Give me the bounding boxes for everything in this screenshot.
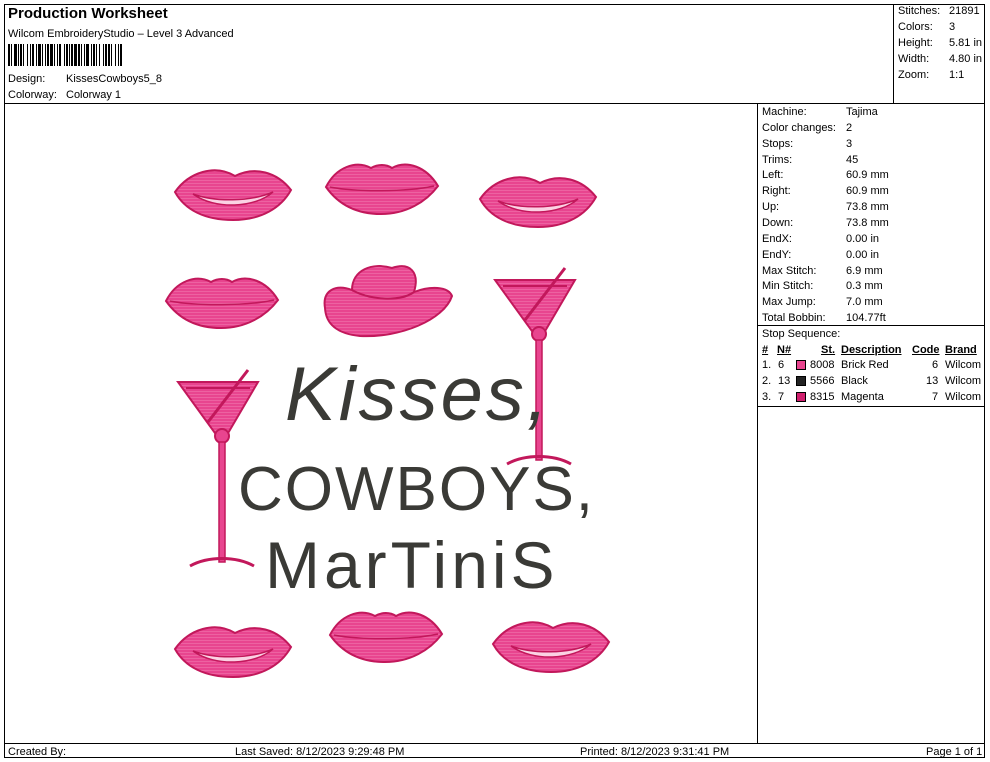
- row-stitch: 8315: [810, 391, 835, 403]
- row-description: Black: [841, 375, 868, 387]
- row-stitch: 5566: [810, 375, 835, 387]
- color-swatch: [796, 360, 806, 370]
- width-label: Width:: [898, 53, 930, 65]
- detail-label: EndY:: [762, 249, 792, 261]
- col-header-needle: N#: [777, 344, 792, 356]
- summary-divider: [893, 4, 894, 103]
- row-brand: Wilcom: [945, 359, 982, 371]
- row-num: 3.: [762, 391, 772, 403]
- colorway-label: Colorway:: [8, 89, 57, 101]
- detail-label: Up:: [762, 201, 780, 213]
- width-value: 4.80 in: [949, 53, 983, 65]
- row-stitch: 8008: [810, 359, 835, 371]
- detail-label: Down:: [762, 217, 794, 229]
- row-description: Magenta: [841, 391, 884, 403]
- design-label: Design:: [8, 73, 46, 85]
- detail-value: 0.00 in: [846, 233, 880, 245]
- software-name: Wilcom EmbroideryStudio – Level 3 Advanc…: [8, 28, 234, 40]
- row-code: 13: [926, 375, 939, 387]
- detail-value: 2: [846, 122, 853, 134]
- detail-value: 7.0 mm: [846, 296, 883, 308]
- worksheet-frame: [4, 4, 985, 758]
- design-value: KissesCowboys5_8: [66, 73, 162, 85]
- details-divider: [757, 103, 758, 743]
- detail-label: EndX:: [762, 233, 792, 245]
- height-value: 5.81 in: [949, 37, 983, 49]
- page-title: Production Worksheet: [8, 5, 168, 22]
- detail-label: Max Stitch:: [762, 265, 817, 277]
- col-header-code: Code: [912, 344, 940, 356]
- detail-label: Color changes:: [762, 122, 836, 134]
- detail-label: Min Stitch:: [762, 280, 814, 292]
- detail-label: Total Bobbin:: [762, 312, 826, 324]
- detail-label: Right:: [762, 185, 791, 197]
- last-saved: Last Saved: 8/12/2023 9:29:48 PM: [235, 746, 405, 758]
- detail-value: 0.00 in: [846, 249, 880, 261]
- color-swatch: [796, 376, 806, 386]
- detail-value: 0.3 mm: [846, 280, 883, 292]
- detail-label: Left:: [762, 169, 784, 181]
- stitches-value: 21891: [949, 5, 980, 17]
- detail-label: Max Jump:: [762, 296, 816, 308]
- detail-value: 6.9 mm: [846, 265, 883, 277]
- row-code: 7: [932, 391, 939, 403]
- color-swatch: [796, 392, 806, 402]
- stop-sequence-title: Stop Sequence:: [762, 328, 841, 340]
- detail-label: Machine:: [762, 106, 807, 118]
- detail-label: Trims:: [762, 154, 793, 166]
- stop-sequence-divider: [758, 325, 985, 326]
- printed-date: Printed: 8/12/2023 9:31:41 PM: [580, 746, 730, 758]
- footer-divider: [4, 743, 985, 744]
- created-by: Created By:: [8, 746, 67, 758]
- detail-value: Tajima: [846, 106, 878, 118]
- detail-value: 73.8 mm: [846, 217, 889, 229]
- detail-value: 60.9 mm: [846, 169, 889, 181]
- colors-value: 3: [949, 21, 956, 33]
- row-num: 1.: [762, 359, 772, 371]
- colors-label: Colors:: [898, 21, 933, 33]
- detail-value: 3: [846, 138, 853, 150]
- colorway-value: Colorway 1: [66, 89, 122, 101]
- row-num: 2.: [762, 375, 772, 387]
- zoom-label: Zoom:: [898, 69, 930, 81]
- row-description: Brick Red: [841, 359, 889, 371]
- header-divider: [4, 103, 985, 104]
- col-header-brand: Brand: [945, 344, 977, 356]
- row-needle: 13: [778, 375, 791, 387]
- col-header-description: Description: [841, 344, 902, 356]
- detail-value: 104.77ft: [846, 312, 886, 324]
- zoom-value: 1:1: [949, 69, 965, 81]
- height-label: Height:: [898, 37, 933, 49]
- row-needle: 6: [778, 359, 785, 371]
- detail-label: Stops:: [762, 138, 794, 150]
- page-number: Page 1 of 1: [926, 746, 983, 758]
- detail-value: 45: [846, 154, 859, 166]
- detail-value: 60.9 mm: [846, 185, 889, 197]
- barcode: [8, 44, 230, 66]
- row-brand: Wilcom: [945, 391, 982, 403]
- stop-table-bottom: [758, 406, 985, 407]
- col-header-stitch: St.: [821, 344, 836, 356]
- row-code: 6: [932, 359, 939, 371]
- detail-value: 73.8 mm: [846, 201, 889, 213]
- row-brand: Wilcom: [945, 375, 982, 387]
- col-header-num: #: [762, 344, 769, 356]
- row-needle: 7: [778, 391, 785, 403]
- stitches-label: Stitches:: [898, 5, 941, 17]
